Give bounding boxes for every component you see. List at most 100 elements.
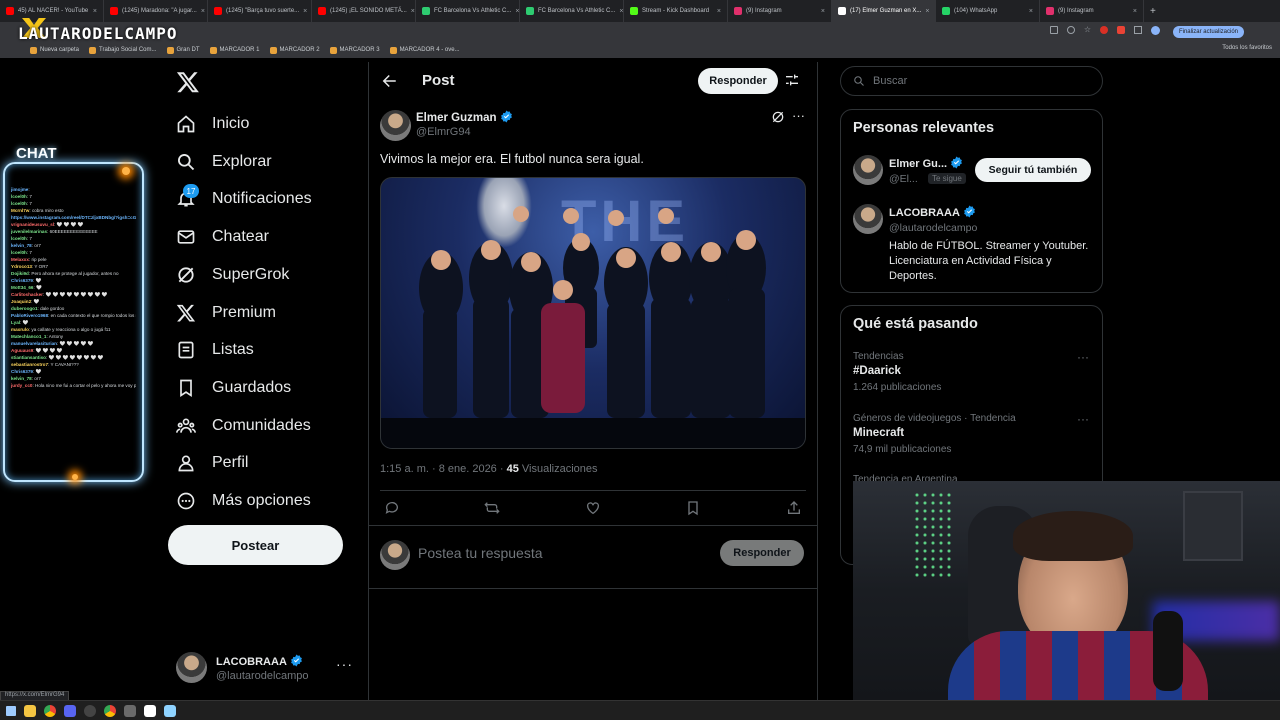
explorer-icon[interactable] — [24, 704, 36, 717]
zoom-icon[interactable] — [1066, 26, 1075, 34]
chat-message: Chris6379: 🤍 — [11, 277, 136, 284]
extension-icon[interactable] — [1100, 26, 1108, 34]
author-avatar[interactable] — [380, 110, 411, 141]
browser-tab[interactable]: (9) Instagram × — [1040, 0, 1144, 22]
nav-item-comunidades[interactable]: Comunidades — [176, 412, 311, 440]
browser-tab[interactable]: (1245) "Barça tuvo suerte... × — [208, 0, 312, 22]
trend-name[interactable]: #Daarick — [853, 365, 901, 377]
wall-frame — [1183, 491, 1243, 561]
avatar[interactable] — [853, 204, 883, 234]
tab-close-icon[interactable]: × — [515, 8, 519, 15]
puzzle-icon[interactable] — [1134, 26, 1142, 34]
trend-more-icon[interactable]: ··· — [1077, 350, 1089, 364]
grok-icon[interactable] — [771, 110, 785, 124]
update-button[interactable]: Finalizar actualización — [1172, 26, 1244, 38]
person-name[interactable]: Elmer Gu... — [889, 158, 947, 170]
tab-close-icon[interactable]: × — [1133, 8, 1137, 15]
reply-header-button[interactable]: Responder — [698, 68, 778, 94]
person-name[interactable]: LACOBRAAA — [889, 207, 959, 219]
app-icon[interactable] — [164, 704, 176, 717]
nav-item-guardados[interactable]: Guardados — [176, 374, 291, 402]
nav-item-mas-opciones[interactable]: Más opciones — [176, 487, 311, 515]
bookmark-item[interactable]: MARCADOR 1 — [209, 46, 260, 54]
post-more-icon[interactable]: ··· — [792, 108, 805, 123]
bookmark-icon[interactable] — [685, 500, 701, 521]
cast-icon[interactable] — [1049, 26, 1058, 34]
chat-username: PabloRivero1968 — [11, 313, 49, 318]
back-arrow-icon[interactable] — [380, 72, 398, 90]
profile-icon[interactable] — [1151, 26, 1160, 35]
repost-icon[interactable] — [484, 500, 500, 521]
bookmark-icon — [176, 378, 196, 398]
browser-tab[interactable]: Stream - Kick Dashboard × — [624, 0, 728, 22]
person-handle[interactable]: @lautarodelcampo — [889, 222, 977, 234]
chat-message: lcoel0h: 7 — [11, 235, 136, 242]
trend-more-icon[interactable]: ··· — [1077, 412, 1089, 426]
tab-close-icon[interactable]: × — [1029, 8, 1033, 15]
x-logo-icon[interactable] — [176, 70, 200, 94]
app-icon[interactable] — [64, 704, 76, 717]
app-icon[interactable] — [124, 704, 136, 717]
browser-tab[interactable]: FC Barcelona Vs Athletic C... × — [520, 0, 624, 22]
bookmark-folder-icon — [30, 46, 37, 54]
more-icon[interactable]: ··· — [336, 656, 353, 672]
nav-item-chatear[interactable]: Chatear — [176, 223, 269, 251]
follow-back-button[interactable]: Seguir tú también — [975, 158, 1091, 182]
author-name[interactable]: Elmer Guzman — [416, 112, 497, 124]
account-switcher[interactable]: LACOBRAAA @lautarodelcampo ··· — [176, 650, 356, 686]
extension-icon[interactable] — [1117, 26, 1125, 34]
nav-item-explorar[interactable]: Explorar — [176, 148, 272, 176]
browser-tab[interactable]: (1245) Maradona: "A jugar... × — [104, 0, 208, 22]
trend-name[interactable]: Minecraft — [853, 427, 904, 439]
reply-icon[interactable] — [384, 500, 400, 521]
post-timestamp[interactable]: 1:15 a. m. · 8 ene. 2026 · — [380, 463, 504, 475]
bookmark-item[interactable]: MARCADOR 2 — [269, 46, 320, 54]
bookmark-item[interactable]: Trabajo Social Com... — [89, 46, 157, 54]
bookmark-item[interactable]: MARCADOR 4 - ove... — [389, 46, 460, 54]
reply-input[interactable]: Postea tu respuesta — [418, 545, 543, 561]
browser-tab[interactable]: (104) WhatsApp × — [936, 0, 1040, 22]
reply-submit-button[interactable]: Responder — [720, 540, 804, 566]
browser-tab[interactable]: (1245) ¡EL SONIDO METÁ... × — [312, 0, 416, 22]
new-tab-icon[interactable]: + — [1144, 6, 1162, 17]
tab-close-icon[interactable]: × — [201, 8, 205, 15]
tab-close-icon[interactable]: × — [619, 8, 623, 15]
tab-close-icon[interactable]: × — [411, 8, 415, 15]
bookmark-item[interactable]: Gran DT — [166, 46, 200, 54]
chrome-icon[interactable] — [44, 704, 56, 717]
star-icon[interactable]: ☆ — [1084, 26, 1091, 35]
browser-tab[interactable]: 45) AL NACER! - YouTube × — [0, 0, 104, 22]
app-icon[interactable] — [144, 704, 156, 717]
post-button[interactable]: Postear — [168, 525, 343, 565]
chat-text: : en cada contexto el que rompio todos l… — [48, 313, 136, 318]
tab-close-icon[interactable]: × — [717, 8, 721, 15]
nav-label: Más opciones — [212, 492, 311, 509]
nav-item-perfil[interactable]: Perfil — [176, 449, 248, 477]
avatar[interactable] — [853, 155, 883, 185]
search-input[interactable]: Buscar — [840, 66, 1103, 96]
chat-message: Mott34_66: 🤍 — [11, 284, 136, 291]
obs-icon[interactable] — [84, 704, 96, 717]
tab-close-icon[interactable]: × — [303, 8, 307, 15]
browser-tab[interactable]: (17) Elmer Guzman en X... × — [832, 0, 936, 22]
share-icon[interactable] — [786, 500, 802, 521]
all-bookmarks-link[interactable]: Todos los favoritos — [1222, 45, 1272, 51]
tab-close-icon[interactable]: × — [93, 8, 97, 15]
sliders-icon[interactable] — [784, 72, 800, 88]
tab-close-icon[interactable]: × — [925, 8, 929, 15]
chrome-icon[interactable] — [104, 704, 116, 717]
nav-item-supergrok[interactable]: SuperGrok — [176, 261, 289, 289]
like-icon[interactable] — [585, 500, 601, 521]
browser-tab[interactable]: (9) Instagram × — [728, 0, 832, 22]
nav-item-inicio[interactable]: Inicio — [176, 110, 249, 138]
author-handle[interactable]: @ElmrG94 — [416, 126, 471, 138]
windows-start-icon[interactable] — [6, 705, 16, 716]
post-image[interactable]: THE — [380, 177, 806, 449]
browser-tab[interactable]: FC Barcelona Vs Athletic C... × — [416, 0, 520, 22]
bookmark-item[interactable]: MARCADOR 3 — [329, 46, 380, 54]
tab-close-icon[interactable]: × — [821, 8, 825, 15]
nav-item-listas[interactable]: Listas — [176, 336, 254, 364]
bookmark-item[interactable]: Nueva carpeta — [30, 46, 79, 54]
nav-item-premium[interactable]: Premium — [176, 299, 276, 327]
person-handle[interactable]: @El... — [889, 173, 918, 185]
